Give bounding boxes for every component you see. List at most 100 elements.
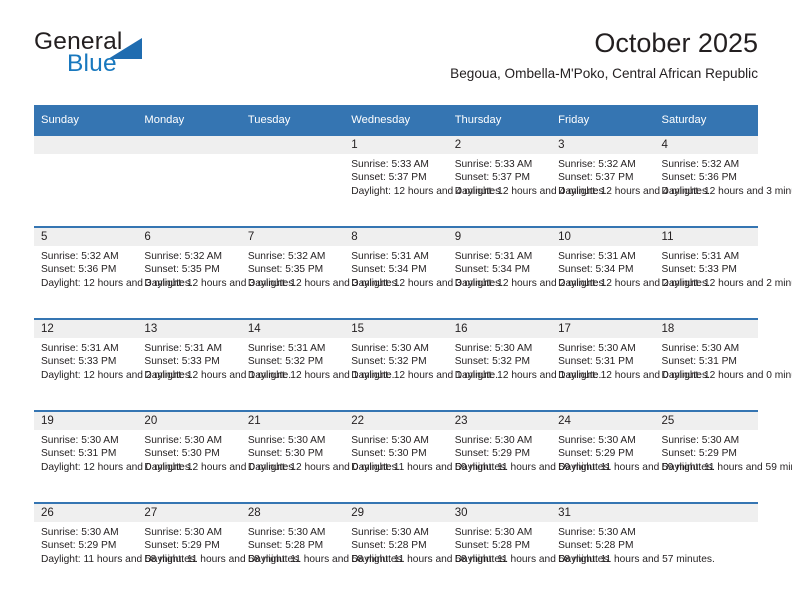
day-details: Sunrise: 5:30 AM Sunset: 5:28 PM Daylight:… — [241, 522, 405, 566]
calendar-table: Sunday Monday Tuesday Wednesday Thursday… — [34, 105, 792, 594]
daylight-text: Daylight: 11 hours and 58 minutes. — [144, 553, 302, 565]
sunset-text: Sunset: 5:36 PM — [661, 172, 737, 184]
sunrise-text: Sunrise: 5:31 AM — [454, 251, 533, 262]
day-details: Sunrise: 5:31 AM Sunset: 5:34 PM Daylight:… — [344, 246, 504, 290]
day-details: Sunrise: 5:33 AM Sunset: 5:37 PM Daylight:… — [448, 154, 607, 198]
daylight-text: Daylight: 12 hours and 0 minutes. — [661, 369, 792, 381]
calendar-day-cell[interactable]: 28 Sunrise: 5:30 AM Sunset: 5:28 PM Dayligh… — [240, 502, 405, 594]
daylight-text: Daylight: 12 hours and 4 minutes. — [558, 185, 710, 197]
day-details: Sunrise: 5:31 AM Sunset: 5:32 PM Daylight:… — [241, 338, 395, 382]
calendar-day-cell[interactable]: 29 Sunrise: 5:30 AM Sunset: 5:28 PM Dayligh… — [344, 502, 508, 594]
calendar-week-row: 12 Sunrise: 5:31 AM Sunset: 5:33 PM Dayligh… — [34, 318, 792, 411]
day-box: 11 Sunrise: 5:31 AM Sunset: 5:33 PM Dayligh… — [654, 228, 792, 318]
sunset-text: Sunset: 5:37 PM — [454, 172, 531, 184]
calendar-day-cell[interactable]: 8 Sunrise: 5:31 AM Sunset: 5:34 PM Daylight… — [344, 226, 504, 319]
daylight-text: Daylight: 12 hours and 3 minutes. — [351, 277, 504, 289]
sunset-text: Sunset: 5:31 PM — [41, 448, 117, 460]
day-box — [240, 136, 345, 226]
sunrise-text: Sunrise: 5:30 AM — [454, 527, 533, 538]
calendar-day-cell[interactable]: 25 Sunrise: 5:30 AM Sunset: 5:29 PM Dayligh… — [654, 410, 792, 503]
sunset-text: Sunset: 5:29 PM — [558, 448, 634, 460]
day-number: 16 — [447, 320, 552, 338]
calendar-day-cell[interactable]: 30 Sunrise: 5:30 AM Sunset: 5:28 PM Dayligh… — [447, 502, 612, 594]
day-number: 21 — [240, 412, 345, 430]
sunrise-text: Sunrise: 5:31 AM — [558, 251, 636, 262]
daylight-text: Daylight: 12 hours and 2 minutes. — [661, 277, 792, 289]
day-box: 29 Sunrise: 5:30 AM Sunset: 5:28 PM Dayligh… — [344, 504, 508, 594]
sunrise-text: Sunrise: 5:30 AM — [558, 343, 636, 354]
calendar-day-cell[interactable]: 15 Sunrise: 5:30 AM Sunset: 5:32 PM Dayligh… — [344, 318, 498, 411]
calendar-day-cell[interactable]: 18 Sunrise: 5:30 AM Sunset: 5:31 PM Dayligh… — [654, 318, 792, 411]
calendar-day-cell[interactable]: 12 Sunrise: 5:31 AM Sunset: 5:33 PM Dayligh… — [34, 318, 193, 411]
day-details: Sunrise: 5:31 AM Sunset: 5:33 PM Daylight:… — [34, 338, 193, 382]
calendar-day-cell[interactable]: 4 Sunrise: 5:32 AM Sunset: 5:36 PM Daylight… — [654, 136, 792, 227]
sunrise-text: Sunrise: 5:31 AM — [661, 251, 740, 262]
sunset-text: Sunset: 5:28 PM — [558, 540, 634, 552]
day-box: 8 Sunrise: 5:31 AM Sunset: 5:34 PM Daylight… — [344, 228, 504, 318]
calendar-day-cell[interactable]: 26 Sunrise: 5:30 AM Sunset: 5:29 PM Dayligh… — [34, 502, 198, 594]
daylight-text: Daylight: 12 hours and 3 minutes. — [661, 185, 792, 197]
weekday-header-sunday: Sunday — [34, 105, 138, 136]
day-details: Sunrise: 5:30 AM Sunset: 5:29 PM Daylight:… — [448, 430, 612, 474]
calendar-day-cell[interactable]: 3 Sunrise: 5:32 AM Sunset: 5:37 PM Daylight… — [551, 136, 710, 227]
day-details: Sunrise: 5:30 AM Sunset: 5:31 PM Daylight:… — [655, 338, 792, 382]
calendar-day-cell[interactable]: 24 Sunrise: 5:30 AM Sunset: 5:29 PM Dayligh… — [551, 410, 715, 503]
daylight-text: Daylight: 11 hours and 59 minutes. — [558, 461, 715, 473]
day-number: 20 — [137, 412, 241, 430]
day-box: 10 Sunrise: 5:31 AM Sunset: 5:34 PM Dayligh… — [551, 228, 710, 318]
daylight-text: Daylight: 11 hours and 59 minutes. — [454, 461, 612, 473]
day-details: Sunrise: 5:30 AM Sunset: 5:32 PM Daylight:… — [344, 338, 498, 382]
calendar-day-cell[interactable]: 27 Sunrise: 5:30 AM Sunset: 5:29 PM Dayligh… — [137, 502, 302, 594]
day-number: 26 — [34, 504, 138, 522]
day-box: 9 Sunrise: 5:31 AM Sunset: 5:34 PM Daylight… — [447, 228, 606, 318]
calendar-day-cell-empty — [240, 136, 345, 227]
sunset-text: Sunset: 5:28 PM — [351, 540, 427, 552]
calendar-day-cell[interactable]: 11 Sunrise: 5:31 AM Sunset: 5:33 PM Dayligh… — [654, 226, 792, 319]
sunrise-text: Sunrise: 5:30 AM — [661, 343, 740, 354]
day-number: 2 — [447, 136, 552, 154]
sunset-text: Sunset: 5:37 PM — [351, 172, 427, 184]
calendar-day-cell[interactable]: 17 Sunrise: 5:30 AM Sunset: 5:31 PM Dayligh… — [551, 318, 710, 411]
daylight-text: Daylight: 12 hours and 2 minutes. — [41, 369, 193, 381]
day-details: Sunrise: 5:32 AM Sunset: 5:35 PM Daylight:… — [137, 246, 296, 290]
calendar-day-cell[interactable]: 7 Sunrise: 5:32 AM Sunset: 5:35 PM Daylight… — [240, 226, 400, 319]
sunrise-text: Sunrise: 5:32 AM — [558, 159, 636, 170]
calendar-day-cell[interactable]: 20 Sunrise: 5:30 AM Sunset: 5:30 PM Dayligh… — [137, 410, 296, 503]
day-number: 5 — [34, 228, 138, 246]
calendar-day-cell[interactable]: 14 Sunrise: 5:31 AM Sunset: 5:32 PM Dayligh… — [240, 318, 395, 411]
day-box: 14 Sunrise: 5:31 AM Sunset: 5:32 PM Dayligh… — [240, 320, 395, 410]
calendar-day-cell[interactable]: 5 Sunrise: 5:32 AM Sunset: 5:36 PM Daylight… — [34, 226, 193, 319]
day-details: Sunrise: 5:30 AM Sunset: 5:30 PM Daylight:… — [344, 430, 508, 474]
sunrise-text: Sunrise: 5:30 AM — [558, 435, 636, 446]
day-number: 12 — [34, 320, 138, 338]
calendar-day-cell[interactable]: 16 Sunrise: 5:30 AM Sunset: 5:32 PM Dayligh… — [447, 318, 601, 411]
weekday-header-monday: Monday — [137, 105, 241, 136]
day-number: 3 — [551, 136, 655, 154]
day-details: Sunrise: 5:30 AM Sunset: 5:31 PM Daylight:… — [551, 338, 710, 382]
calendar-day-cell[interactable]: 21 Sunrise: 5:30 AM Sunset: 5:30 PM Dayligh… — [240, 410, 400, 503]
calendar-day-cell[interactable]: 13 Sunrise: 5:31 AM Sunset: 5:33 PM Dayligh… — [137, 318, 291, 411]
calendar-day-cell[interactable]: 9 Sunrise: 5:31 AM Sunset: 5:34 PM Daylight… — [447, 226, 606, 319]
calendar-day-cell[interactable]: 6 Sunrise: 5:32 AM Sunset: 5:35 PM Daylight… — [137, 226, 296, 319]
daylight-text: Daylight: 12 hours and 0 minutes. — [41, 461, 193, 473]
calendar-day-cell[interactable]: 31 Sunrise: 5:30 AM Sunset: 5:28 PM Dayligh… — [551, 502, 715, 594]
day-number: 7 — [240, 228, 345, 246]
daylight-text: Daylight: 11 hours and 59 minutes. — [351, 461, 508, 473]
calendar-day-cell[interactable]: 10 Sunrise: 5:31 AM Sunset: 5:34 PM Dayligh… — [551, 226, 710, 319]
sunrise-text: Sunrise: 5:31 AM — [144, 343, 223, 354]
daylight-text: Daylight: 11 hours and 58 minutes. — [454, 553, 612, 565]
sunset-text: Sunset: 5:33 PM — [144, 356, 220, 368]
sunset-text: Sunset: 5:36 PM — [41, 264, 117, 276]
calendar-day-cell[interactable]: 2 Sunrise: 5:33 AM Sunset: 5:37 PM Daylight… — [447, 136, 607, 227]
calendar-day-cell[interactable]: 23 Sunrise: 5:30 AM Sunset: 5:29 PM Dayligh… — [447, 410, 612, 503]
calendar-day-cell[interactable]: 19 Sunrise: 5:30 AM Sunset: 5:31 PM Dayligh… — [34, 410, 193, 503]
logo-text-blue: Blue — [67, 50, 117, 77]
sunset-text: Sunset: 5:29 PM — [454, 448, 531, 460]
calendar-day-cell[interactable]: 22 Sunrise: 5:30 AM Sunset: 5:30 PM Dayligh… — [344, 410, 508, 503]
calendar-day-cell[interactable]: 1 Sunrise: 5:33 AM Sunset: 5:37 PM Daylight… — [344, 136, 503, 227]
sunrise-text: Sunrise: 5:33 AM — [454, 159, 533, 170]
daylight-text: Daylight: 11 hours and 58 minutes. — [41, 553, 198, 565]
day-details: Sunrise: 5:30 AM Sunset: 5:28 PM Daylight:… — [344, 522, 508, 566]
day-details: Sunrise: 5:30 AM Sunset: 5:29 PM Daylight:… — [551, 430, 715, 474]
day-box: 4 Sunrise: 5:32 AM Sunset: 5:36 PM Daylight… — [654, 136, 792, 226]
